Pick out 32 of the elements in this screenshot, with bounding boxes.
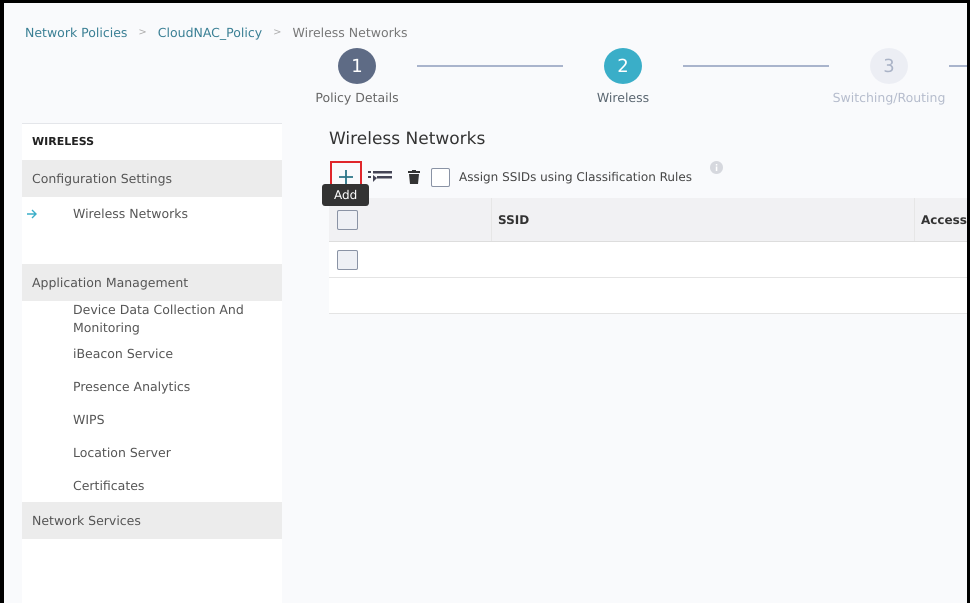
- step-number[interactable]: 1: [338, 48, 376, 84]
- column-header[interactable]: SSID: [498, 212, 530, 226]
- step-label: Wireless: [596, 90, 650, 105]
- sidebar-heading: WIRELESS: [31, 134, 96, 150]
- trash-icon[interactable]: [408, 170, 420, 184]
- tooltip: Add: [322, 184, 370, 206]
- sidebar-item[interactable]: Presence Analytics: [73, 378, 190, 396]
- plus-icon: [338, 169, 354, 185]
- row-checkbox[interactable]: [337, 250, 358, 270]
- page-title: Wireless Networks: [329, 129, 486, 149]
- breadcrumb-separator: >: [138, 27, 147, 38]
- breadcrumb-current: Wireless Networks: [292, 25, 408, 40]
- checkbox[interactable]: [431, 168, 450, 186]
- breadcrumb-link[interactable]: Network Policies: [25, 25, 128, 40]
- sidebar-item[interactable]: Device Data Collection And Monitoring: [73, 301, 272, 337]
- sidebar-item[interactable]: iBeacon Service: [73, 344, 174, 362]
- sidebar-item[interactable]: Certificates: [73, 476, 144, 494]
- sidebar-section[interactable]: Network Services: [22, 502, 282, 539]
- sidebar-item[interactable]: Location Server: [73, 444, 171, 462]
- sidebar-section[interactable]: Application Management: [22, 264, 282, 301]
- breadcrumb-link[interactable]: CloudNAC_Policy: [158, 25, 262, 40]
- sidebar-item[interactable]: WIPS: [73, 410, 105, 428]
- info-icon: [710, 161, 723, 174]
- header-checkbox[interactable]: [337, 210, 358, 230]
- step-label: Policy Details: [315, 90, 399, 105]
- list-icon[interactable]: [368, 171, 392, 183]
- step-label: Switching/Routing: [832, 90, 946, 105]
- arrow-icon: [27, 208, 37, 218]
- checkbox-label: Assign SSIDs using Classification Rules: [459, 170, 692, 184]
- sidebar-section[interactable]: Configuration Settings: [22, 160, 282, 197]
- breadcrumb-separator: >: [273, 27, 282, 38]
- sidebar-item[interactable]: Wireless Networks: [73, 204, 188, 222]
